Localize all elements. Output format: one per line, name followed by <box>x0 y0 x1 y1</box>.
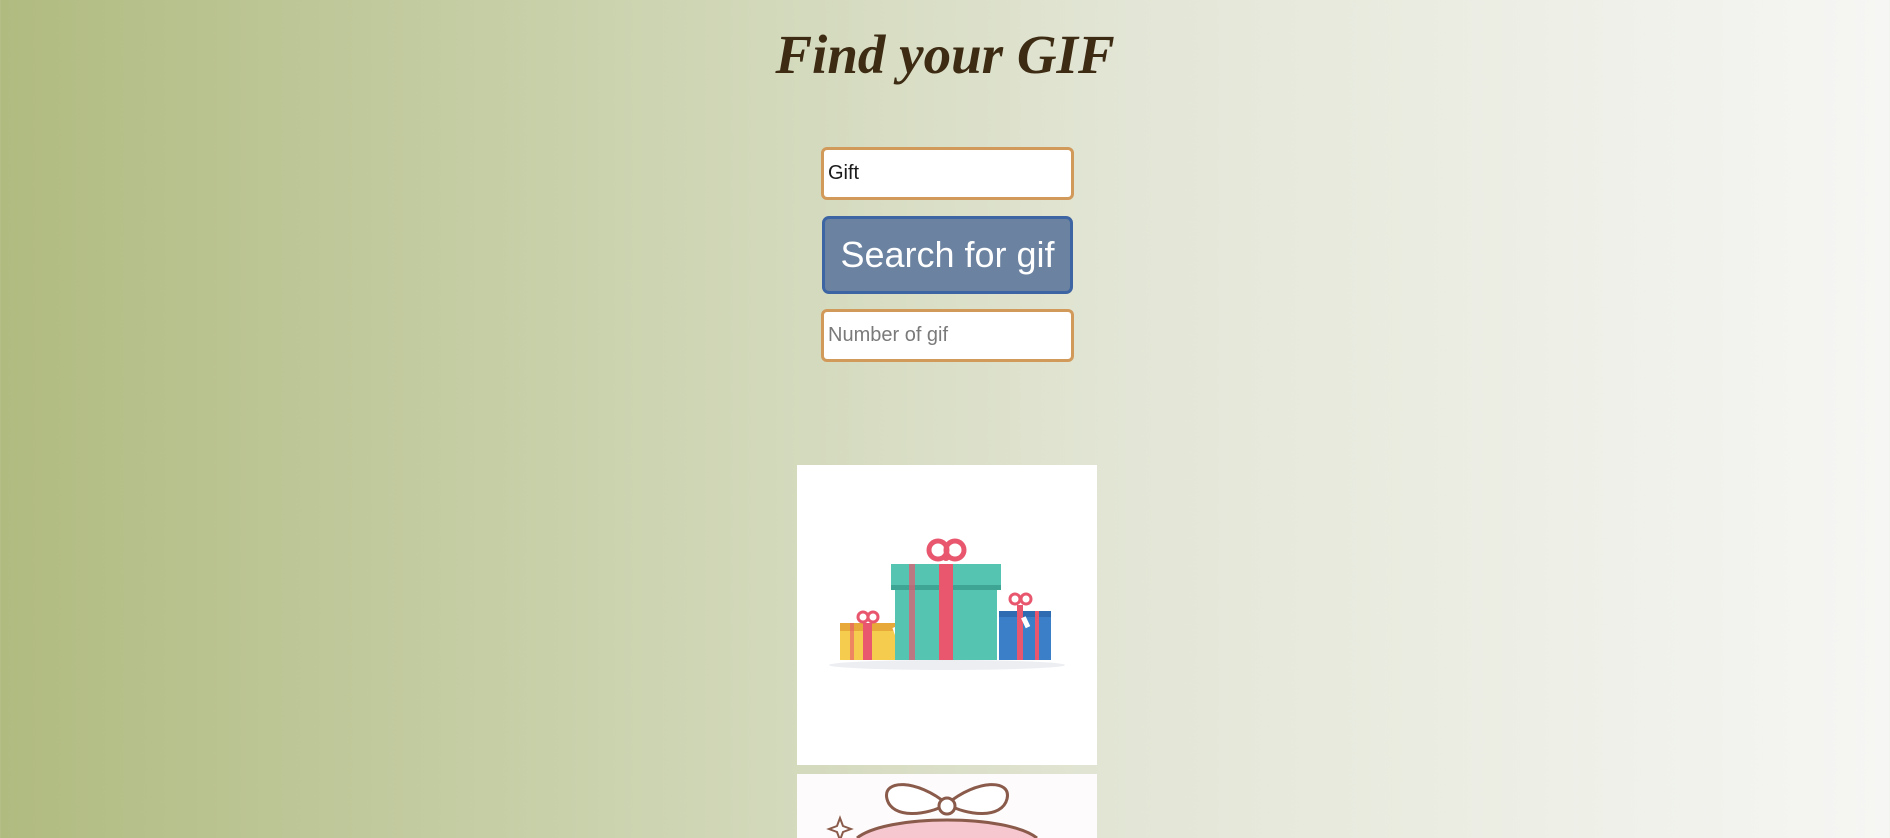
page-title: Find your GIF <box>775 24 1115 85</box>
gift-boxes-icon <box>829 538 1065 670</box>
gif-result-1[interactable] <box>797 465 1097 765</box>
search-input[interactable] <box>821 147 1074 200</box>
number-of-gif-input[interactable] <box>821 309 1074 362</box>
gift-bow-icon <box>826 783 1038 838</box>
search-button[interactable]: Search for gif <box>822 216 1073 294</box>
gif-result-2[interactable] <box>797 774 1097 838</box>
